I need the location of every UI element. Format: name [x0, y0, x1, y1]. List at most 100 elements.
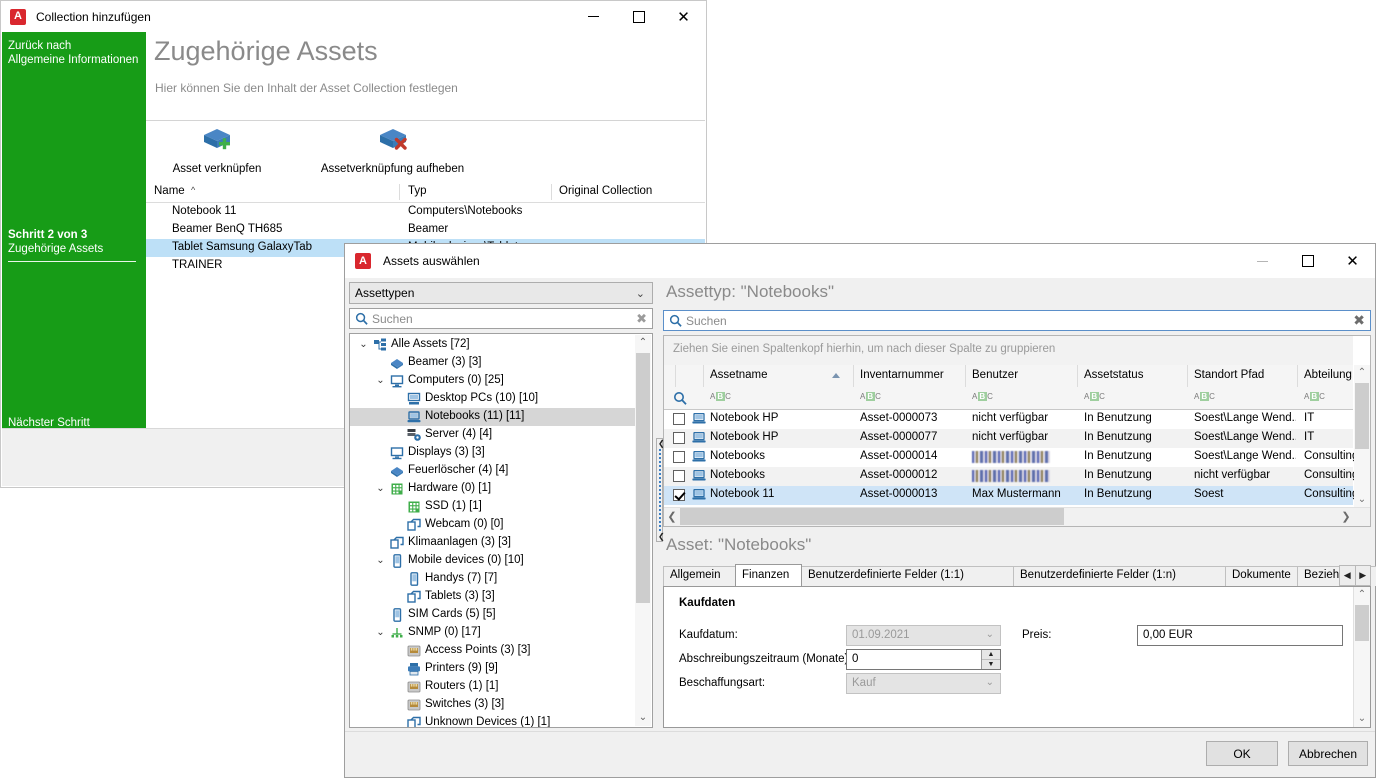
scroll-down-icon[interactable]: ⌄ [635, 710, 651, 726]
tree-item[interactable]: ⌄Alle Assets [72] [350, 336, 635, 354]
maximize-button[interactable] [1285, 244, 1330, 278]
tree-scrollbar[interactable]: ⌃ ⌄ [635, 335, 651, 726]
column-header-original-collection[interactable]: Original Collection [559, 185, 652, 197]
tab-benutzerdefinierte-felder-1-n[interactable]: Benutzerdefinierte Felder (1:n) [1013, 566, 1226, 586]
grid-horizontal-scrollbar[interactable]: ❮ ❯ [664, 507, 1370, 526]
panel-splitter[interactable]: ❮ ❮ [656, 438, 663, 542]
tree-item[interactable]: Beamer (3) [3] [350, 354, 635, 372]
grid-column-header[interactable]: Assetstatus [1078, 365, 1188, 387]
tab-finanzen[interactable]: Finanzen [735, 564, 802, 586]
grid-column-header[interactable]: Benutzer [966, 365, 1078, 387]
tree-item[interactable]: Access Points (3) [3] [350, 642, 635, 660]
tree-item[interactable]: Tablets (3) [3] [350, 588, 635, 606]
tree-search-input[interactable]: Suchen ✖ [349, 308, 653, 329]
preis-field[interactable]: 0,00 EUR [1137, 625, 1343, 646]
grid-hscroll-thumb[interactable] [680, 508, 1064, 525]
expander-icon[interactable]: ⌄ [375, 556, 386, 567]
minimize-button[interactable] [571, 1, 616, 32]
table-row[interactable]: Notebook 11 Computers\Notebooks [146, 203, 705, 221]
abschreibungszeitraum-field[interactable]: 0 ▲ ▼ [846, 649, 1001, 670]
expander-icon[interactable]: ⌄ [375, 628, 386, 639]
maximize-button[interactable] [616, 1, 661, 32]
grid-filter-cell[interactable]: ABC [854, 387, 966, 409]
grid-filter-cell[interactable]: ABC [704, 387, 854, 409]
tree-item[interactable]: Handys (7) [7] [350, 570, 635, 588]
expander-icon[interactable]: ⌄ [375, 376, 386, 387]
cancel-button[interactable]: Abbrechen [1288, 741, 1368, 766]
grid-row[interactable]: NotebooksAsset-0000012In Benutzungnicht … [664, 467, 1353, 486]
grid-column-header[interactable]: Assetname [704, 365, 854, 387]
grid-vertical-scrollbar[interactable]: ⌃ ⌄ [1354, 365, 1370, 508]
spinner-up-icon[interactable]: ▲ [982, 650, 1000, 660]
grid-row[interactable]: NotebooksAsset-0000014In BenutzungSoest\… [664, 448, 1353, 467]
tab-benutzerdefinierte-felder-1-1[interactable]: Benutzerdefinierte Felder (1:1) [801, 566, 1014, 586]
minimize-button[interactable] [1240, 244, 1285, 278]
tree-item[interactable]: Feuerlöscher (4) [4] [350, 462, 635, 480]
column-header-typ[interactable]: Typ [408, 185, 427, 197]
assettypen-dropdown[interactable]: Assettypen ⌄ [349, 282, 653, 304]
detail-vertical-scrollbar[interactable]: ⌃ ⌄ [1353, 587, 1370, 727]
tree-item[interactable]: Klimaanlagen (3) [3] [350, 534, 635, 552]
tree-item[interactable]: Routers (1) [1] [350, 678, 635, 696]
grid-column-header[interactable]: Inventarnummer [854, 365, 966, 387]
row-checkbox[interactable] [673, 489, 685, 501]
tree-item[interactable]: SIM Cards (5) [5] [350, 606, 635, 624]
clear-x-icon[interactable]: ✖ [636, 312, 647, 327]
sidebar-back-link[interactable]: Zurück nach Allgemeine Informationen [8, 39, 142, 67]
grid-row-selected[interactable]: Notebook 11Asset-0000013Max MustermannIn… [664, 486, 1353, 505]
tree-item[interactable]: Webcam (0) [0] [350, 516, 635, 534]
tab-prev-icon[interactable]: ◀ [1340, 566, 1356, 585]
close-button[interactable]: ✕ [1330, 244, 1375, 278]
scroll-right-icon[interactable]: ❯ [1338, 508, 1354, 526]
tree-item[interactable]: Displays (3) [3] [350, 444, 635, 462]
tab-next-icon[interactable]: ▶ [1356, 566, 1371, 585]
tree-item[interactable]: Desktop PCs (10) [10] [350, 390, 635, 408]
beschaffungsart-field[interactable]: Kauf ⌄ [846, 673, 1001, 694]
grid-row[interactable]: Notebook HPAsset-0000073nicht verfügbarI… [664, 410, 1353, 429]
close-button[interactable]: ✕ [661, 1, 706, 32]
tree-scroll-thumb[interactable] [636, 353, 650, 603]
grid-column-header[interactable]: Standort Pfad [1188, 365, 1298, 387]
scroll-up-icon[interactable]: ⌃ [1354, 587, 1370, 603]
tab-dokumente[interactable]: Dokumente [1225, 566, 1298, 586]
tree-item[interactable]: Printers (9) [9] [350, 660, 635, 678]
grid-filter-cell[interactable]: ABC [1078, 387, 1188, 409]
tree-item[interactable]: ⌄SNMP (0) [17] [350, 624, 635, 642]
expander-icon[interactable]: ⌄ [358, 340, 369, 351]
grid-filter-cell[interactable]: ABC [1188, 387, 1298, 409]
row-checkbox[interactable] [673, 470, 685, 482]
scroll-down-icon[interactable]: ⌄ [1354, 492, 1370, 508]
row-checkbox[interactable] [673, 451, 685, 463]
ok-button[interactable]: OK [1206, 741, 1278, 766]
scroll-down-icon[interactable]: ⌄ [1354, 711, 1370, 727]
grid-filter-cell[interactable]: ABC [966, 387, 1078, 409]
assetverknuepfung-aufheben-button[interactable]: Assetverknüpfung aufheben [290, 121, 495, 182]
asset-search-input[interactable]: Suchen ✖ [663, 310, 1371, 331]
tree-item[interactable]: Server (4) [4] [350, 426, 635, 444]
detail-scroll-thumb[interactable] [1355, 605, 1369, 641]
tab-allgemein[interactable]: Allgemein [663, 566, 736, 586]
spinner-control[interactable]: ▲ ▼ [981, 650, 1000, 669]
scroll-up-icon[interactable]: ⌃ [1354, 365, 1370, 381]
group-by-dropzone[interactable]: Ziehen Sie einen Spaltenkopf hierhin, um… [664, 336, 1353, 366]
row-checkbox[interactable] [673, 413, 685, 425]
tree-item[interactable]: SSD (1) [1] [350, 498, 635, 516]
scroll-left-icon[interactable]: ❮ [664, 508, 680, 526]
asset-verknuepfen-button[interactable]: Asset verknüpfen [152, 121, 282, 182]
tree-item[interactable]: Unknown Devices (1) [1] [350, 714, 635, 727]
spinner-down-icon[interactable]: ▼ [982, 660, 1000, 669]
column-header-name[interactable]: Name [154, 185, 185, 197]
grid-vscroll-thumb[interactable] [1355, 383, 1369, 449]
row-checkbox[interactable] [673, 432, 685, 444]
kaufdatum-field[interactable]: 01.09.2021 ⌄ [846, 625, 1001, 646]
grid-row[interactable]: Notebook HPAsset-0000077nicht verfügbarI… [664, 429, 1353, 448]
tree-item[interactable]: Notebooks (11) [11] [350, 408, 635, 426]
table-row[interactable]: Beamer BenQ TH685 Beamer [146, 221, 705, 239]
expander-icon[interactable]: ⌄ [375, 484, 386, 495]
filter-search-icon[interactable] [673, 391, 687, 405]
tree-item[interactable]: ⌄Mobile devices (0) [10] [350, 552, 635, 570]
tree-item[interactable]: ⌄Hardware (0) [1] [350, 480, 635, 498]
clear-x-icon[interactable]: ✖ [1353, 313, 1365, 329]
tree-item[interactable]: ⌄Computers (0) [25] [350, 372, 635, 390]
tree-item[interactable]: Switches (3) [3] [350, 696, 635, 714]
